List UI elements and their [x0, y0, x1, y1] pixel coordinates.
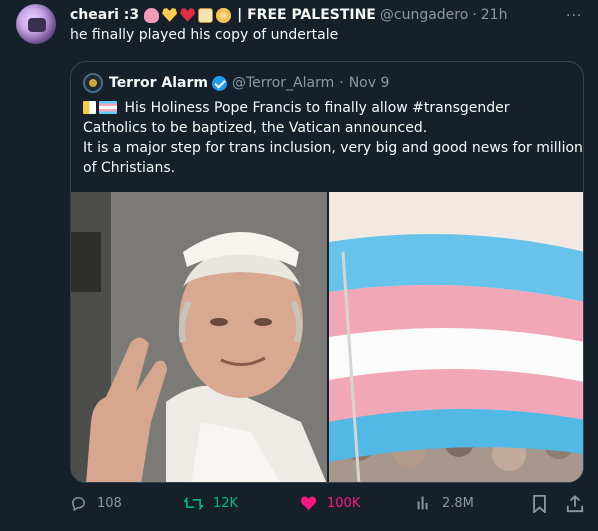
avatar[interactable] [16, 4, 56, 44]
quoted-avatar [83, 73, 103, 93]
action-bar: 108 12K 100K 2.8M [70, 495, 584, 515]
handle[interactable]: @cungadero [380, 7, 468, 23]
quoted-separator-dot: · [339, 75, 344, 91]
retweet-button[interactable]: 12K [184, 495, 238, 512]
views-icon [417, 496, 428, 510]
views-button[interactable]: 2.8M [416, 495, 474, 511]
quoted-tweet-header: Terror Alarm @Terror_Alarm · Nov 9 [83, 72, 389, 94]
sparkling-heart-icon [180, 8, 196, 22]
quoted-text-line-2: Catholics to be baptized, the Vatican an… [83, 120, 428, 136]
quoted-media [71, 192, 583, 482]
separator-dot: · [472, 7, 477, 23]
quoted-text-line-4: of Christians. [83, 160, 176, 176]
like-button[interactable]: 100K [300, 495, 360, 511]
reply-button[interactable]: 108 [70, 495, 122, 512]
transgender-flag-icon [99, 101, 117, 114]
display-name[interactable]: cheari :3 [70, 7, 139, 23]
view-count: 2.8M [442, 495, 474, 511]
retweet-count: 12K [213, 496, 239, 511]
tweet[interactable]: cheari :3 | FREE PALESTINE @cungadero · … [0, 0, 598, 531]
tarot-card-icon [198, 7, 214, 23]
tweet-header: cheari :3 | FREE PALESTINE @cungadero · … [70, 5, 507, 25]
quoted-timestamp: Nov 9 [348, 75, 390, 91]
quoted-tweet-text: His Holiness Pope Francis to finally all… [83, 98, 584, 178]
quoted-text-line-1: His Holiness Pope Francis to finally all… [83, 98, 579, 118]
quoted-display-name: Terror Alarm [109, 75, 208, 91]
pope-photo[interactable] [71, 192, 327, 482]
name-suffix[interactable]: | FREE PALESTINE [237, 7, 376, 23]
pope-photo-illustration [71, 192, 327, 482]
share-icon [566, 495, 584, 513]
vatican-flag-icon [83, 101, 96, 114]
quoted-text-line-3: It is a major step for trans inclusion, … [83, 140, 584, 156]
like-count: 100K [327, 495, 361, 511]
tweet-text: he finally played his copy of undertale [70, 27, 339, 43]
heart-icon [300, 496, 317, 511]
more-options-icon[interactable]: ··· [566, 8, 582, 24]
dvd-icon [216, 7, 232, 23]
timestamp[interactable]: 21h [481, 7, 508, 23]
quoted-handle: @Terror_Alarm [231, 75, 335, 91]
verified-badge-icon [211, 75, 227, 91]
quoted-text-line-1-text: His Holiness Pope Francis to finally all… [124, 100, 510, 116]
share-button[interactable] [566, 495, 584, 517]
bookmark-icon [533, 495, 546, 515]
quoted-tweet[interactable]: Terror Alarm @Terror_Alarm · Nov 9 His H… [70, 61, 584, 483]
yellow-heart-icon [162, 8, 178, 22]
name-emojis [144, 7, 232, 23]
reply-icon [72, 497, 85, 512]
octopus-icon [144, 7, 160, 23]
reply-count: 108 [97, 496, 122, 511]
bookmark-button[interactable] [532, 495, 547, 517]
retweet-icon [184, 497, 203, 510]
trans-flag-photo[interactable] [329, 192, 583, 482]
trans-flag-illustration [329, 192, 583, 482]
